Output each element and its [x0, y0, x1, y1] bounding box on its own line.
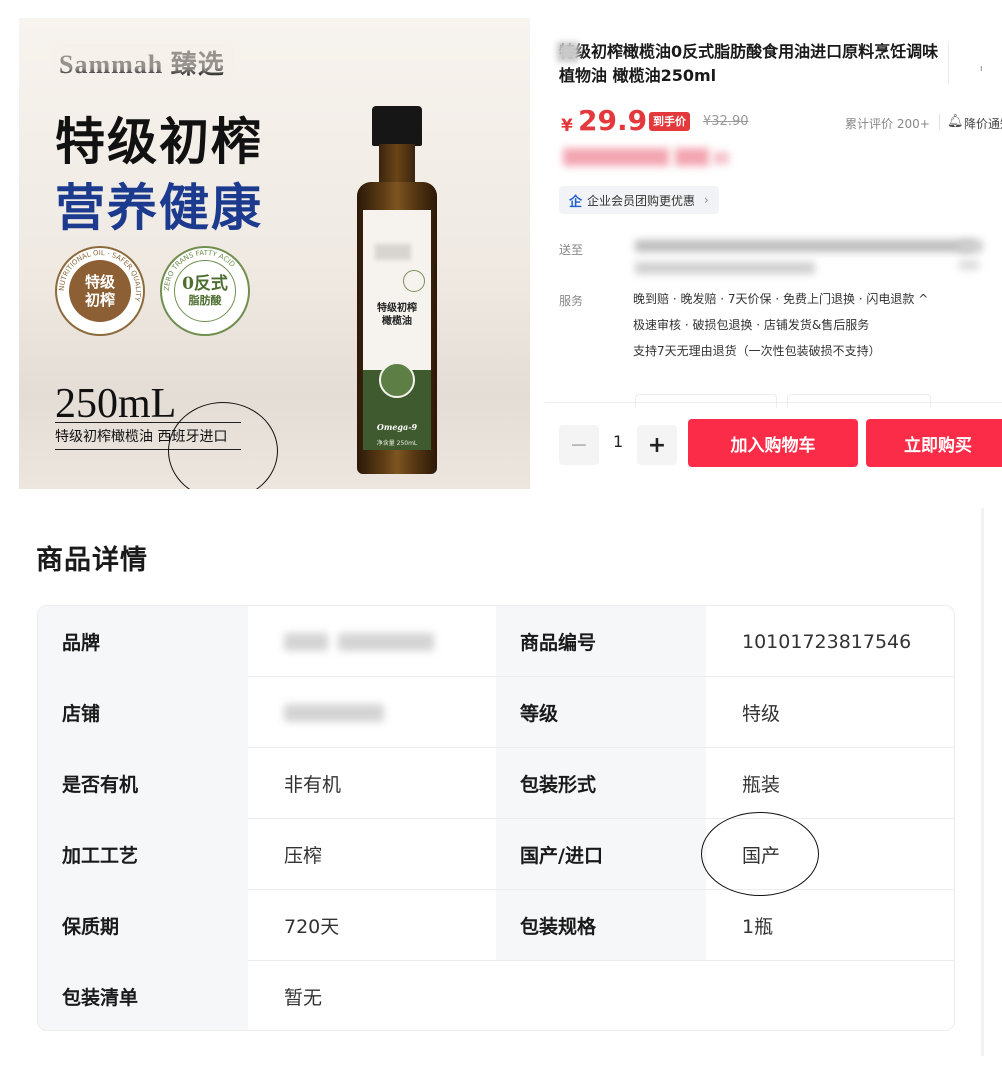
annotation-circle	[701, 812, 819, 896]
bottle-label-blur	[375, 244, 411, 260]
banner-headline-1: 特级初榨	[55, 112, 263, 171]
olive-oil-bottle-illustration: 特级初榨 橄榄油 Omega-9 净含量 250mL	[355, 106, 439, 478]
table-row: 店铺 等级 特级	[38, 677, 954, 748]
ship-to-label: 送至	[559, 243, 584, 257]
spec-value: 瓶装	[742, 774, 781, 796]
olive-emblem-icon	[379, 362, 415, 398]
enterprise-group-buy-button[interactable]: 企 企业会员团购更优惠 ›	[559, 186, 719, 214]
original-price: ¥32.90	[703, 114, 749, 129]
price-currency: ¥	[561, 116, 573, 136]
product-info-panel: 特级初榨橄榄油0反式脂肪酸食用油进口原料烹饪调味植物油 橄榄油250ml ı ¥…	[545, 18, 1002, 489]
brand-blur-mask	[57, 44, 229, 72]
divider	[948, 42, 949, 84]
extra-virgin-seal: NUTRITIONAL OIL · SAFER QUALITY 特级 初榨	[55, 246, 145, 336]
table-row: 是否有机 非有机 包装形式 瓶装	[38, 748, 954, 819]
annotation-circle	[168, 402, 278, 489]
spec-key: 加工工艺	[38, 819, 248, 890]
title-blur-mask	[557, 42, 579, 62]
final-price-badge: 到手价	[649, 112, 690, 131]
address-blur	[635, 262, 815, 274]
spec-value-blurred	[248, 606, 496, 677]
details-heading: 商品详情	[36, 545, 148, 576]
service-line-1[interactable]: 晚到赔 · 晚发赔 · 7天价保 · 免费上门退换 · 闪电退款 ^	[633, 286, 928, 312]
spec-value: 1瓶	[742, 916, 774, 938]
blurred-brand	[338, 632, 434, 651]
zero-trans-fat-seal: ZERO TRANS FATTY ACID 0反式 脂肪酸	[160, 246, 250, 336]
promo-blur	[713, 152, 729, 164]
bottle-label-seal	[403, 270, 425, 292]
spec-key: 包装规格	[496, 890, 706, 961]
bottle-label-omega: Omega-9	[376, 422, 418, 432]
seal-right-small: 脂肪酸	[188, 294, 222, 307]
spec-key: 等级	[496, 677, 706, 748]
spec-value: 720天	[284, 916, 340, 938]
chevron-right-icon: ›	[704, 193, 709, 207]
quantity-value[interactable]: 1	[613, 432, 623, 451]
price-value: 29.9	[578, 104, 648, 137]
bottle-label-net: 净含量 250mL	[376, 440, 418, 447]
spec-table: 品牌 商品编号 10101723817546 店铺 等级 特级 是否有机 非有机…	[37, 605, 955, 1031]
price-drop-alert[interactable]: 降价通知	[964, 115, 1002, 132]
address-blur[interactable]	[635, 240, 975, 252]
enterprise-label: 企业会员团购更优惠	[587, 193, 696, 208]
spec-value: 压榨	[284, 845, 323, 867]
table-row: 包装清单 暂无	[38, 961, 954, 1030]
quantity-decrease-button[interactable]: −	[559, 425, 599, 465]
edge-glyph: ı	[980, 64, 983, 74]
add-to-cart-button[interactable]: 加入购物车	[688, 419, 858, 467]
seal-left-line-2: 初榨	[84, 291, 115, 309]
buy-now-button[interactable]: 立即购买	[866, 419, 1002, 467]
quantity-increase-button[interactable]: +	[637, 425, 677, 465]
seal-right-inner: 0反式 脂肪酸	[174, 260, 236, 322]
address-blur	[959, 260, 979, 270]
spec-key: 是否有机	[38, 748, 248, 819]
service-line-3: 支持7天无理由退货（一次性包装破损不支持）	[633, 344, 881, 358]
spec-value: 暂无	[284, 987, 323, 1009]
seal-left-line-1: 特级	[84, 273, 115, 291]
enterprise-icon: 企	[569, 194, 583, 210]
promo-blur	[675, 148, 709, 166]
seal-right-big: 0反式	[182, 274, 228, 294]
table-row: 品牌 商品编号 10101723817546	[38, 606, 954, 677]
spec-key: 国产/进口	[496, 819, 706, 890]
banner-headline-2: 营养健康	[55, 178, 263, 237]
spec-key: 商品编号	[496, 606, 706, 677]
product-title: 特级初榨橄榄油0反式脂肪酸食用油进口原料烹饪调味植物油 橄榄油250ml	[559, 42, 939, 85]
divider	[939, 114, 940, 130]
spec-value: 特级	[742, 703, 781, 725]
review-count[interactable]: 累计评价 200+	[845, 115, 930, 132]
spec-key: 品牌	[38, 606, 248, 677]
table-row: 保质期 720天 包装规格 1瓶	[38, 890, 954, 961]
product-image[interactable]: Sammah 臻选 特级初榨 营养健康 NUTRITIONAL OIL · SA…	[19, 18, 530, 489]
seal-left-inner: 特级 初榨	[69, 260, 131, 322]
spec-key: 包装清单	[38, 961, 248, 1030]
spec-value: 10101723817546	[742, 630, 912, 653]
bottle-neck	[379, 144, 415, 186]
bottle-cap	[372, 106, 422, 146]
spec-key: 包装形式	[496, 748, 706, 819]
spec-key: 店铺	[38, 677, 248, 748]
service-label: 服务	[559, 294, 584, 308]
address-blur	[959, 240, 983, 252]
blurred-brand	[284, 632, 328, 651]
banner-volume: 250mL	[55, 381, 177, 427]
spec-value: 非有机	[284, 774, 342, 796]
bell-icon[interactable]: 🔔︎	[947, 114, 964, 129]
bottle-label-name: 特级初榨 橄榄油	[377, 303, 417, 327]
service-line-2: 极速审核 · 破损包退换 · 店铺发货&售后服务	[633, 318, 870, 332]
spec-value-blurred	[248, 677, 496, 748]
scrollbar-track[interactable]	[981, 508, 984, 1056]
spec-key: 保质期	[38, 890, 248, 961]
promo-blur	[563, 148, 669, 166]
blurred-shop[interactable]	[284, 703, 384, 722]
